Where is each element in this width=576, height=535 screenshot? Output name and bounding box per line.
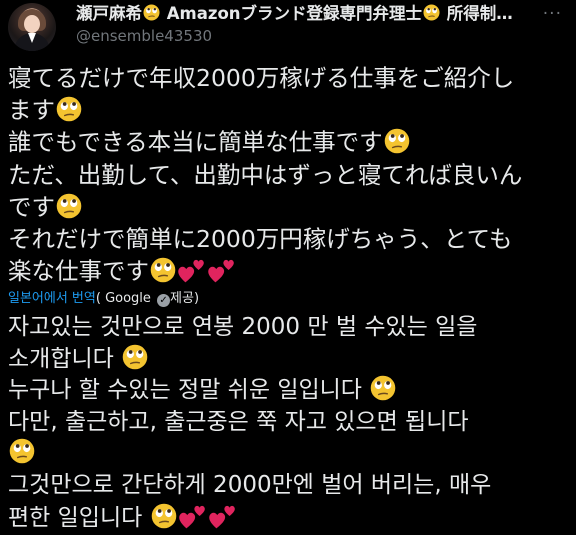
rolling-eyes-icon [370, 375, 396, 401]
rolling-eyes-icon [423, 4, 440, 21]
rolling-eyes-icon [150, 257, 176, 283]
tweet-line-text: それだけで簡単に2000万円稼げちゃう、とても [8, 225, 513, 254]
tweet-line: ます [8, 94, 574, 126]
more-options-icon[interactable]: ··· [543, 4, 562, 24]
rolling-eyes-icon [56, 193, 82, 219]
translation-attribution: 일본어에서 번역( Google ✓ 제공) [8, 289, 199, 309]
avatar-face [24, 15, 40, 33]
tweet-line: ただ、出勤して、出勤中はずっと寝てれば良いん [8, 159, 574, 191]
translated-line: 누구나 할 수있는 정말 쉬운 일입니다 [8, 375, 574, 407]
translated-line-text: 다만, 출근하고, 출근중은 쭉 자고 있으면 됩니다 [8, 408, 469, 435]
translated-line: 편한 일입니다 [8, 502, 574, 535]
translation-provider-prefix: ( Google [95, 291, 151, 306]
rolling-eyes-icon [9, 438, 35, 464]
translation-provider-suffix: 제공) [170, 291, 200, 306]
rolling-eyes-icon [151, 503, 177, 529]
check-badge-icon: ✓ [157, 294, 171, 307]
tweet-line-text: ただ、出勤して、出勤中はずっと寝てれば良いん [8, 160, 523, 189]
two-hearts-icon [178, 502, 208, 530]
translated-line: 자고있는 것만으로 연봉 2000 만 벌 수있는 일을 [8, 312, 574, 344]
author-avatar[interactable] [8, 3, 56, 51]
author-name-part1: 瀬戸麻希 [76, 4, 142, 23]
translated-line-text: 편한 일입니다 [8, 504, 143, 531]
author-name-part2: Amazonブランド登録専門弁理士 [161, 4, 423, 23]
translated-line: 다만, 출근하고, 출근중은 쭉 자고 있으면 됩니다 [8, 407, 574, 439]
translated-line-text: 그것만으로 간단하게 2000만엔 벌어 버리는, 매우 [8, 471, 492, 498]
rolling-eyes-icon [122, 344, 148, 370]
translated-line: 소개합니다 [8, 344, 574, 376]
tweet-line-text: 楽な仕事です [8, 257, 149, 286]
translated-line-text: 자고있는 것만으로 연봉 2000 만 벌 수있는 일을 [8, 314, 478, 340]
rolling-eyes-icon [143, 4, 160, 21]
tweet-line-text: 寝てるだけで年収2000万稼げる仕事をご紹介し [8, 64, 515, 92]
author-name-part3: 所得制… [441, 4, 513, 23]
two-hearts-icon [208, 502, 238, 530]
tweet-line: です [8, 191, 574, 223]
tweet-line-text: です [8, 192, 55, 221]
tweet-line: 寝てるだけで年収2000万稼げる仕事をご紹介し [8, 62, 574, 94]
tweet-line: 楽な仕事です [8, 255, 574, 287]
tweet-line: それだけで簡単に2000万円稼げちゃう、とても [8, 223, 574, 255]
author-display-name[interactable]: 瀬戸麻希 Amazonブランド登録専門弁理士 所得制… [76, 4, 546, 24]
translated-line-text: 누구나 할 수있는 정말 쉬운 일입니다 [8, 377, 362, 404]
translated-line [8, 438, 574, 470]
translated-line: 그것만으로 간단하게 2000만엔 벌어 버리는, 매우 [8, 470, 574, 502]
two-hearts-icon [177, 256, 207, 284]
tweet-header: 瀬戸麻希 Amazonブランド登録専門弁理士 所得制… @ensemble435… [0, 0, 576, 62]
rolling-eyes-icon [56, 96, 82, 122]
two-hearts-icon [207, 256, 237, 284]
translated-from-link[interactable]: 일본어에서 번역 [8, 291, 96, 306]
tweet-text: 寝てるだけで年収2000万稼げる仕事をご紹介し ます 誰でもできる本当に簡単な仕… [8, 62, 574, 287]
tweet-line: 誰でもできる本当に簡単な仕事です [8, 126, 574, 158]
tweet-line-text: 誰でもできる本当に簡単な仕事です [8, 128, 383, 157]
translated-text: 자고있는 것만으로 연봉 2000 만 벌 수있는 일을 소개합니다 누구나 할… [8, 312, 574, 534]
translated-line-text: 소개합니다 [8, 345, 114, 372]
tweet-line-text: ます [8, 96, 55, 125]
author-handle[interactable]: @ensemble43530 [76, 26, 212, 46]
rolling-eyes-icon [384, 128, 410, 154]
